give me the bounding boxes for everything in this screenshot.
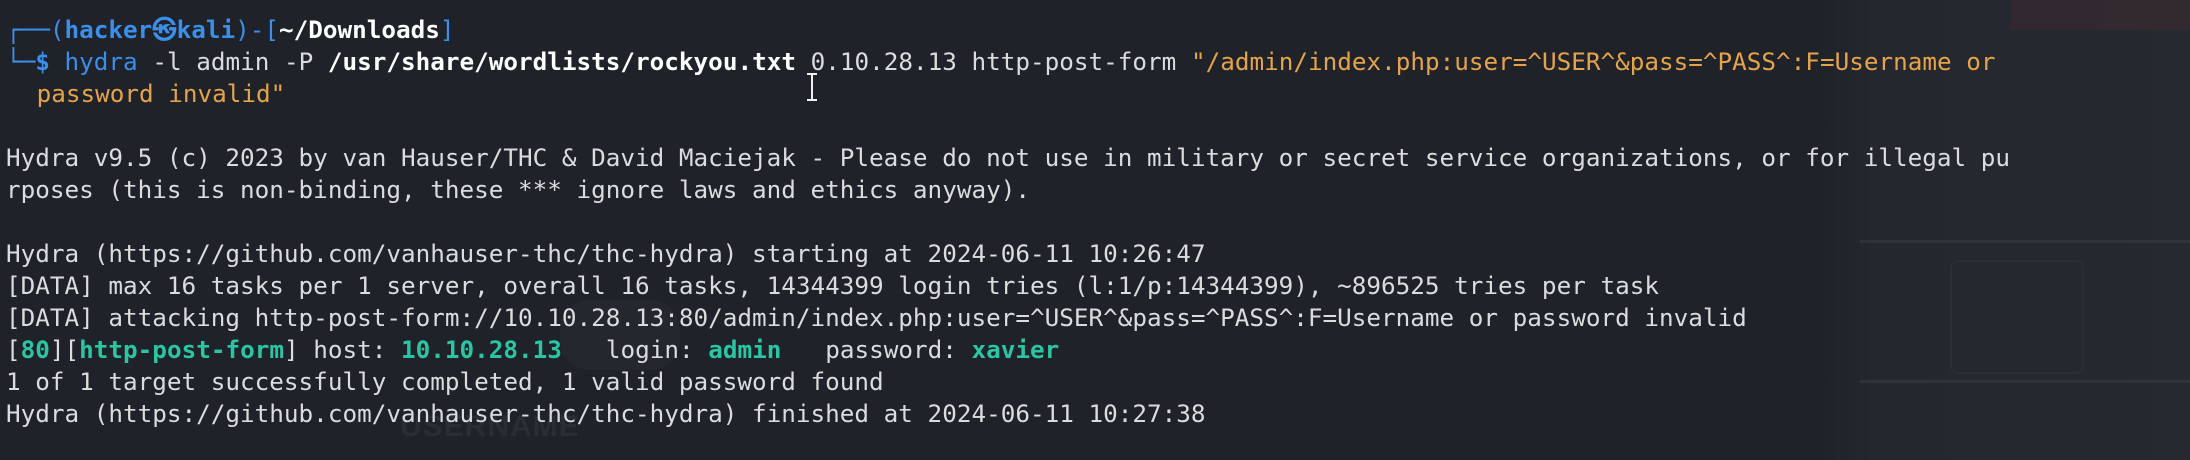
prompt-corner-top: ┌──( — [6, 15, 65, 44]
prompt-mid: )-[ — [235, 15, 279, 44]
summary-line: 1 of 1 target successfully completed, 1 … — [6, 367, 884, 396]
data-line-1: [DATA] max 16 tasks per 1 server, overal… — [6, 271, 1659, 300]
command-line-wrap: password invalid" — [22, 78, 286, 110]
result-service: http-post-form — [79, 335, 284, 364]
result-login: admin — [708, 335, 782, 364]
prompt-corner-bottom: └─ — [6, 47, 36, 76]
prompt-dollar: $ — [35, 47, 50, 76]
banner-line-2: rposes (this is non-binding, these *** i… — [6, 175, 1030, 204]
prompt-line: ┌──(hacker㉿kali)-[~/Downloads] — [6, 14, 455, 46]
result-host: 10.10.28.13 — [401, 335, 562, 364]
command-line[interactable]: └─$ hydra -l admin -P /usr/share/wordlis… — [6, 46, 1996, 101]
kali-at-icon: ㉿ — [152, 15, 177, 44]
command-form-string-cont: password invalid" — [22, 79, 286, 108]
start-line: Hydra (https://github.com/vanhauser-thc/… — [6, 239, 1206, 268]
command-target: 0.10.28.13 http-post-form — [810, 47, 1191, 76]
command-args: -l admin -P — [137, 47, 328, 76]
banner-line-1: Hydra v9.5 (c) 2023 by van Hauser/THC & … — [6, 143, 2011, 172]
result-port: 80 — [20, 335, 50, 364]
result-password: xavier — [971, 335, 1060, 364]
prompt-user: hacker — [64, 15, 153, 44]
data-line-2: [DATA] attacking http-post-form://10.10.… — [6, 303, 1747, 332]
prompt-cwd: ~/Downloads — [279, 15, 440, 44]
command-form-string: "/admin/index.php:user=^USER^&pass=^PASS… — [1190, 47, 1996, 76]
command-wordlist: /usr/share/wordlists/rockyou.txt — [327, 47, 796, 76]
result-line: [80][http-post-form] host: 10.10.28.13 l… — [6, 335, 1060, 364]
command-binary: hydra — [64, 47, 138, 76]
prompt-close: ] — [439, 15, 455, 44]
finish-line: Hydra (https://github.com/vanhauser-thc/… — [6, 399, 1206, 428]
terminal-window[interactable]: USERNAME ┌──(hacker㉿kali)-[~/Downloads] … — [0, 0, 2190, 460]
prompt-host: kali — [176, 15, 236, 44]
